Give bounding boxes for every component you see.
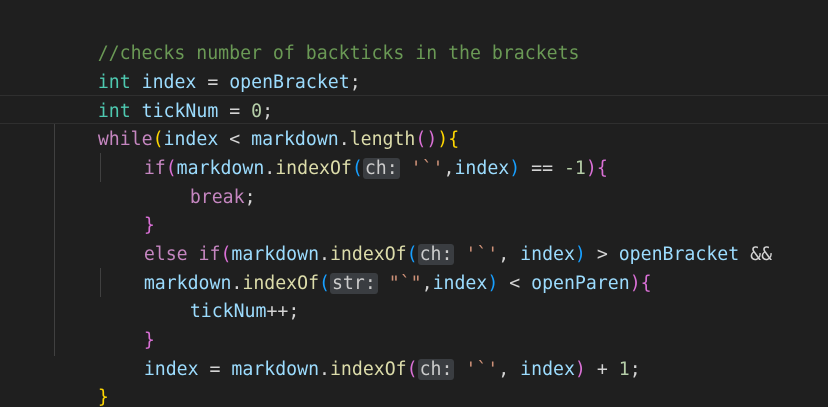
code-line-comment[interactable]: //checks number of backticks in the brac…: [0, 10, 580, 64]
operator: +: [585, 359, 619, 380]
variable: tickNum: [189, 301, 267, 322]
semicolon: ;: [349, 72, 361, 93]
variable: index: [143, 359, 199, 380]
paren-close: ): [629, 273, 641, 294]
code-line-increment[interactable]: tickNum++;: [146, 268, 300, 322]
inlay-hint: str:: [329, 273, 378, 294]
call-paren-open: (: [406, 359, 418, 380]
paren-close: ): [585, 158, 597, 179]
function: indexOf: [275, 158, 352, 179]
string-literal: '`': [399, 158, 444, 179]
operator: ++: [266, 301, 289, 322]
logical-and: &&: [739, 244, 773, 265]
string-literal: '`': [454, 359, 499, 380]
operator: =: [198, 359, 232, 380]
code-line-close-while[interactable]: }: [54, 354, 109, 407]
call-paren-close: ): [509, 158, 521, 179]
call-paren-open: (: [319, 273, 330, 294]
call-paren-close: ): [574, 359, 586, 380]
inlay-hint: ch:: [417, 359, 455, 380]
argument: index: [432, 273, 488, 294]
code-line-close-else-if[interactable]: }: [100, 297, 155, 351]
call-paren-open: (: [351, 158, 363, 179]
comma: ,: [498, 359, 521, 380]
number-literal: 1: [618, 359, 630, 380]
dot: .: [319, 359, 330, 380]
argument: index: [454, 158, 510, 179]
brace-open: {: [596, 158, 608, 179]
argument: index: [520, 359, 575, 380]
code-line-break[interactable]: break;: [146, 154, 256, 208]
number-literal: -1: [563, 158, 586, 179]
comma: ,: [421, 273, 433, 294]
semicolon: ;: [629, 359, 641, 380]
code-line-condition-continued[interactable]: markdown.indexOf(str: "`",index) < openP…: [100, 240, 652, 294]
semicolon: ;: [244, 187, 256, 208]
code-line-close-if[interactable]: }: [100, 182, 155, 236]
code-line-index-update[interactable]: index = markdown.indexOf(ch: '`', index)…: [100, 326, 641, 380]
brace-close: }: [97, 387, 109, 407]
code-line-else-if[interactable]: else if(markdown.indexOf(ch: '`', index)…: [100, 211, 772, 265]
object: markdown: [231, 359, 320, 380]
operator: <: [498, 273, 532, 294]
code-line-if[interactable]: if(markdown.indexOf(ch: '`',index) == -1…: [100, 125, 608, 179]
keyword: break: [189, 187, 245, 208]
operator: ==: [520, 158, 564, 179]
brace-open: {: [640, 273, 652, 294]
code-line-ticknum-decl[interactable]: int tickNum = 0;: [54, 68, 273, 122]
variable-ref: openParen: [531, 273, 630, 294]
semicolon: ;: [288, 301, 300, 322]
code-line-index-decl[interactable]: int index = openBracket;: [54, 39, 361, 93]
call-paren-close: ): [487, 273, 499, 294]
string-literal: "`": [377, 273, 422, 294]
inlay-hint: ch:: [362, 158, 400, 179]
comma: ,: [443, 158, 455, 179]
dot: .: [264, 158, 276, 179]
code-line-while[interactable]: while(index < markdown.length()){: [54, 96, 459, 150]
function: indexOf: [329, 359, 407, 380]
code-editor[interactable]: //checks number of backticks in the brac…: [0, 0, 828, 407]
